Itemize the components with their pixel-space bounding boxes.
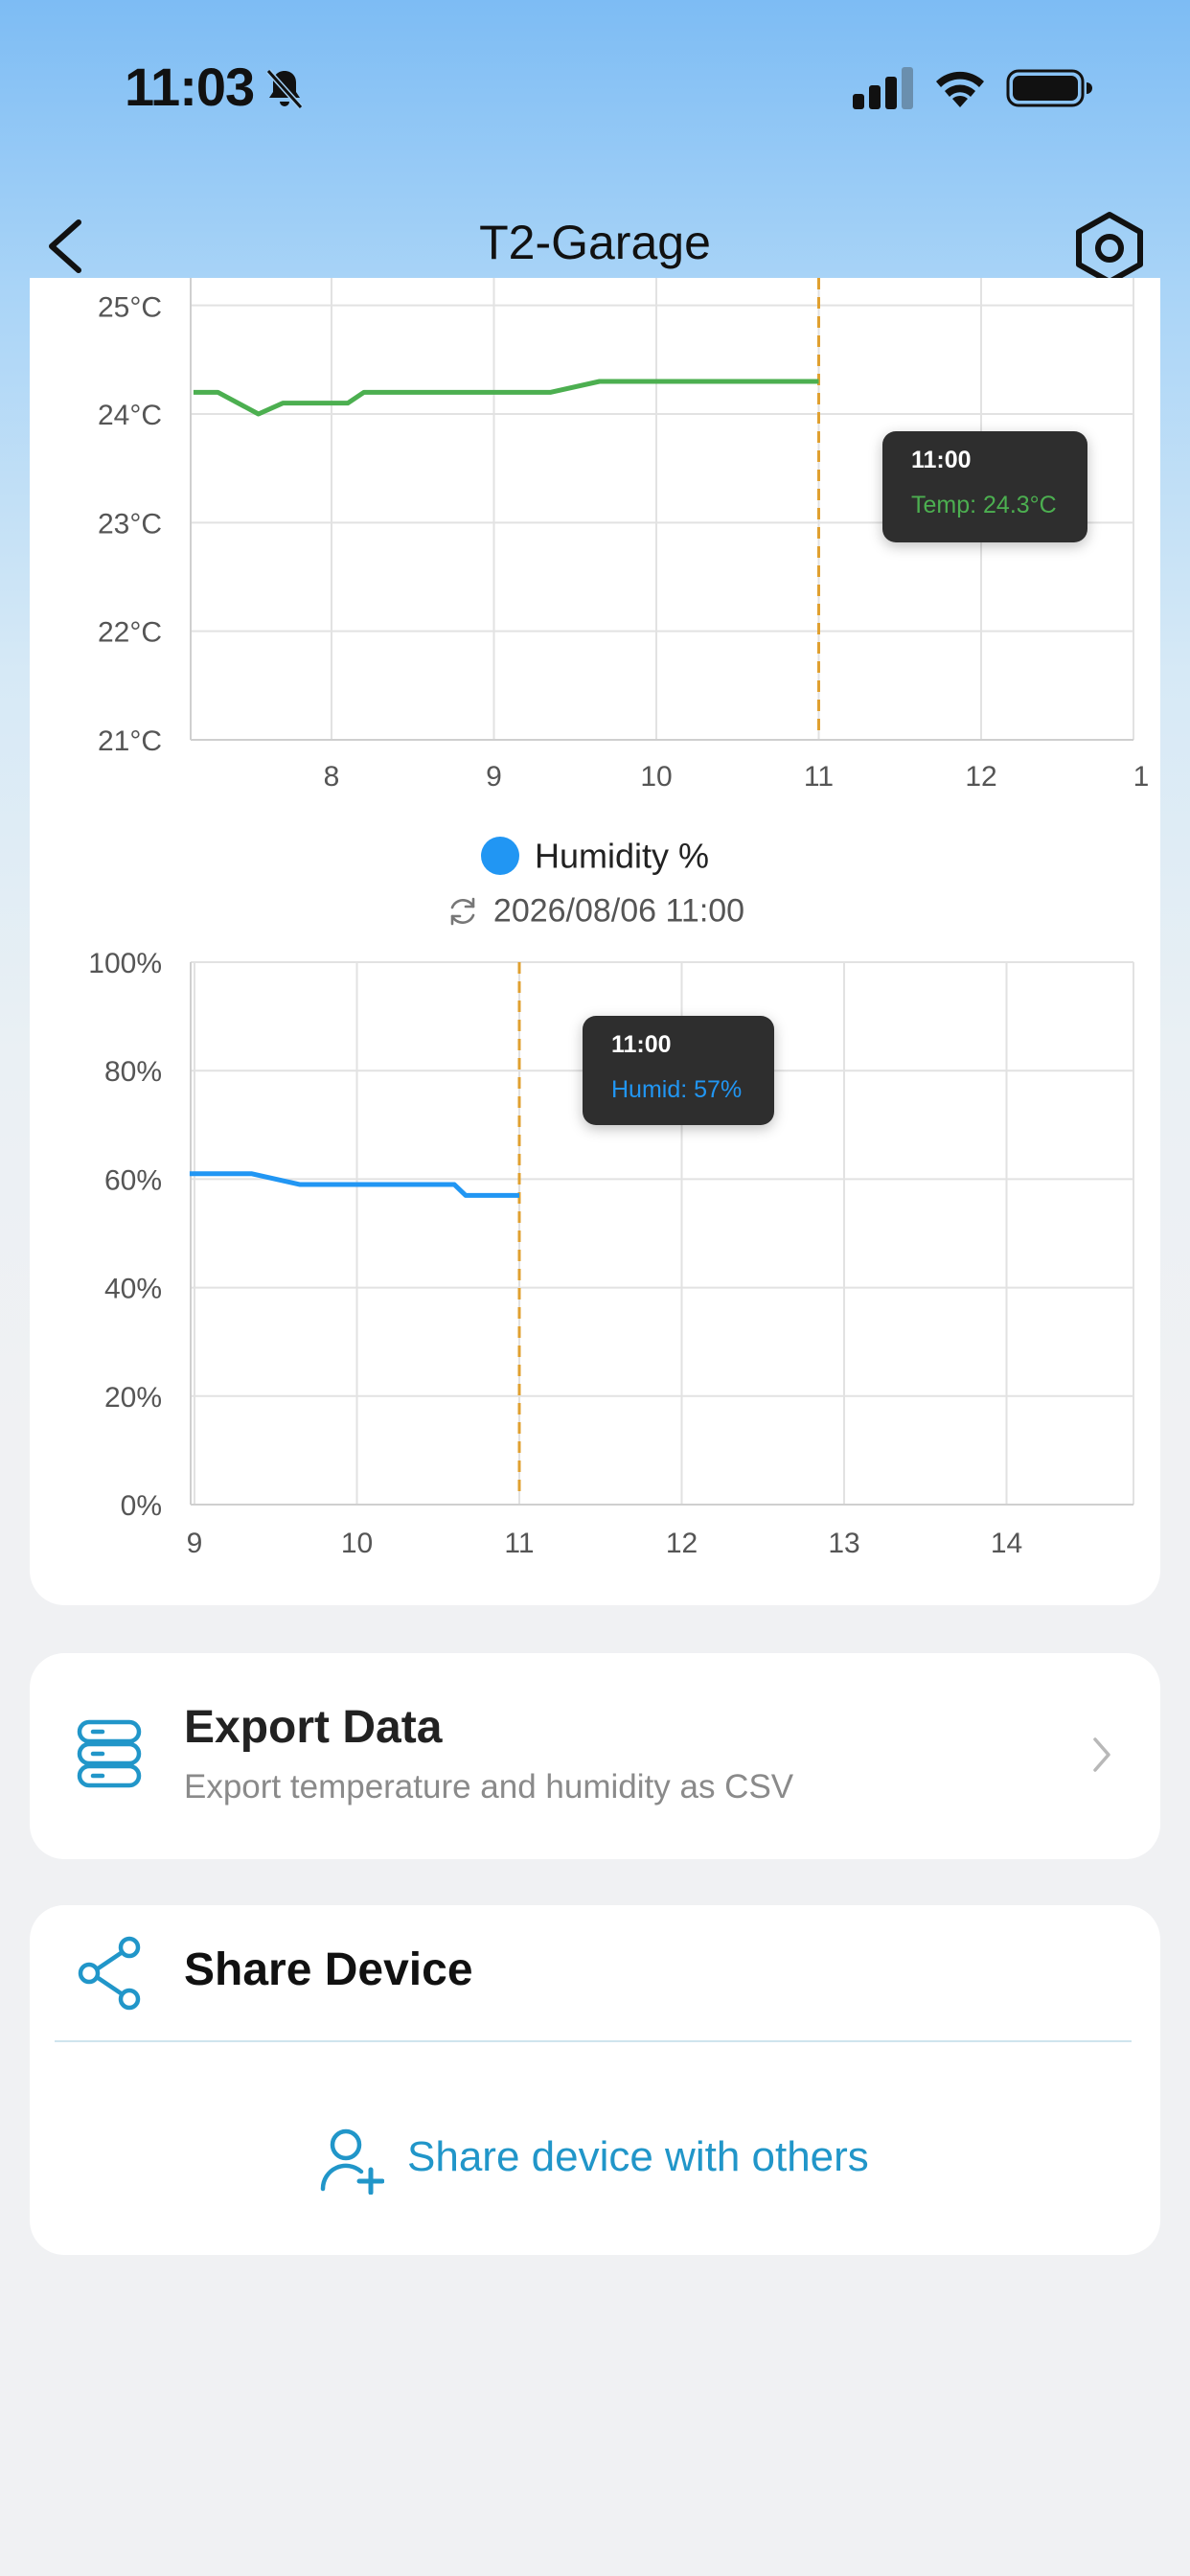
battery-icon — [1006, 69, 1092, 107]
humidity-y-tick-label: 80% — [104, 1056, 162, 1088]
share-device-title: Share Device — [184, 1944, 473, 1995]
temperature-x-tick-label: 12 — [965, 761, 996, 793]
temperature-y-tick-label: 25°C — [98, 292, 162, 324]
export-subtitle: Export temperature and humidity as CSV — [184, 1768, 794, 1806]
humidity-y-tick-label: 0% — [121, 1490, 162, 1522]
temperature-tooltip-time: 11:00 — [911, 447, 972, 473]
temperature-tooltip-value: Temp: 24.3°C — [911, 492, 1057, 518]
page-title: T2-Garage — [479, 216, 711, 269]
humidity-y-tick-label: 20% — [104, 1382, 162, 1414]
humidity-series-line — [189, 1171, 519, 1198]
last-updated-text: 2026/08/06 11:00 — [492, 892, 745, 930]
share-icon — [78, 1936, 141, 2011]
add-user-icon — [320, 2128, 384, 2195]
humidity-y-tick-label: 60% — [104, 1164, 162, 1196]
humidity-legend[interactable]: Humidity % — [30, 834, 1160, 876]
bell-slash-icon — [265, 68, 304, 110]
humidity-x-tick-label: 11 — [504, 1528, 534, 1559]
humidity-tooltip: 11:00 Humid: 57% — [583, 1016, 774, 1125]
divider — [55, 2040, 1132, 2042]
share-device-button-label: Share device with others — [407, 2133, 869, 2180]
humidity-legend-dot — [480, 837, 519, 876]
export-title: Export Data — [184, 1702, 443, 1753]
humidity-x-tick-label: 9 — [187, 1528, 203, 1559]
hexagon-gear-icon[interactable] — [1073, 209, 1146, 286]
humidity-tooltip-value: Humid: 57% — [611, 1076, 743, 1103]
history-chart-card: 25°C 24°C 23°C 22°C 21°C 8 9 10 11 12 1 100% 80% 60% 4… — [30, 278, 1160, 1605]
temperature-y-tick-label: 23°C — [98, 508, 162, 540]
humidity-x-tick-label: 13 — [828, 1528, 859, 1559]
cellular-signal-icon — [853, 67, 913, 109]
database-icon — [77, 1719, 142, 1788]
humidity-x-tick-label: 12 — [666, 1528, 698, 1559]
chevron-right-icon — [1093, 1737, 1110, 1772]
temperature-x-tick-label: 1 — [1133, 761, 1150, 793]
temperature-series-line — [193, 379, 819, 417]
temperature-x-tick-label: 9 — [486, 761, 502, 793]
temperature-tooltip: 11:00 Temp: 24.3°C — [882, 431, 1087, 542]
temperature-x-tick-label: 10 — [640, 761, 672, 793]
humidity-y-tick-label: 40% — [104, 1274, 162, 1305]
humidity-tooltip-time: 11:00 — [611, 1031, 672, 1058]
temperature-x-tick-label: 11 — [804, 761, 834, 793]
temperature-y-tick-label: 24°C — [98, 400, 162, 431]
wifi-icon — [936, 71, 984, 107]
temperature-x-tick-label: 8 — [324, 761, 340, 793]
temperature-y-tick-label: 21°C — [98, 725, 162, 757]
status-bar: 11:03 — [0, 0, 1190, 172]
share-device-card: Share Device Share device with others — [30, 1905, 1160, 2255]
export-data-row[interactable]: Export Data Export temperature and humid… — [30, 1653, 1160, 1859]
temperature-y-tick-label: 22°C — [98, 617, 162, 649]
humidity-x-tick-label: 10 — [341, 1528, 373, 1559]
humidity-x-tick-label: 14 — [991, 1528, 1022, 1559]
last-updated[interactable]: 2026/08/06 11:00 — [30, 891, 1160, 931]
refresh-icon[interactable] — [446, 894, 480, 929]
status-time: 11:03 — [125, 57, 255, 117]
humidity-y-tick-label: 100% — [88, 948, 162, 979]
humidity-legend-label: Humidity % — [534, 836, 710, 876]
